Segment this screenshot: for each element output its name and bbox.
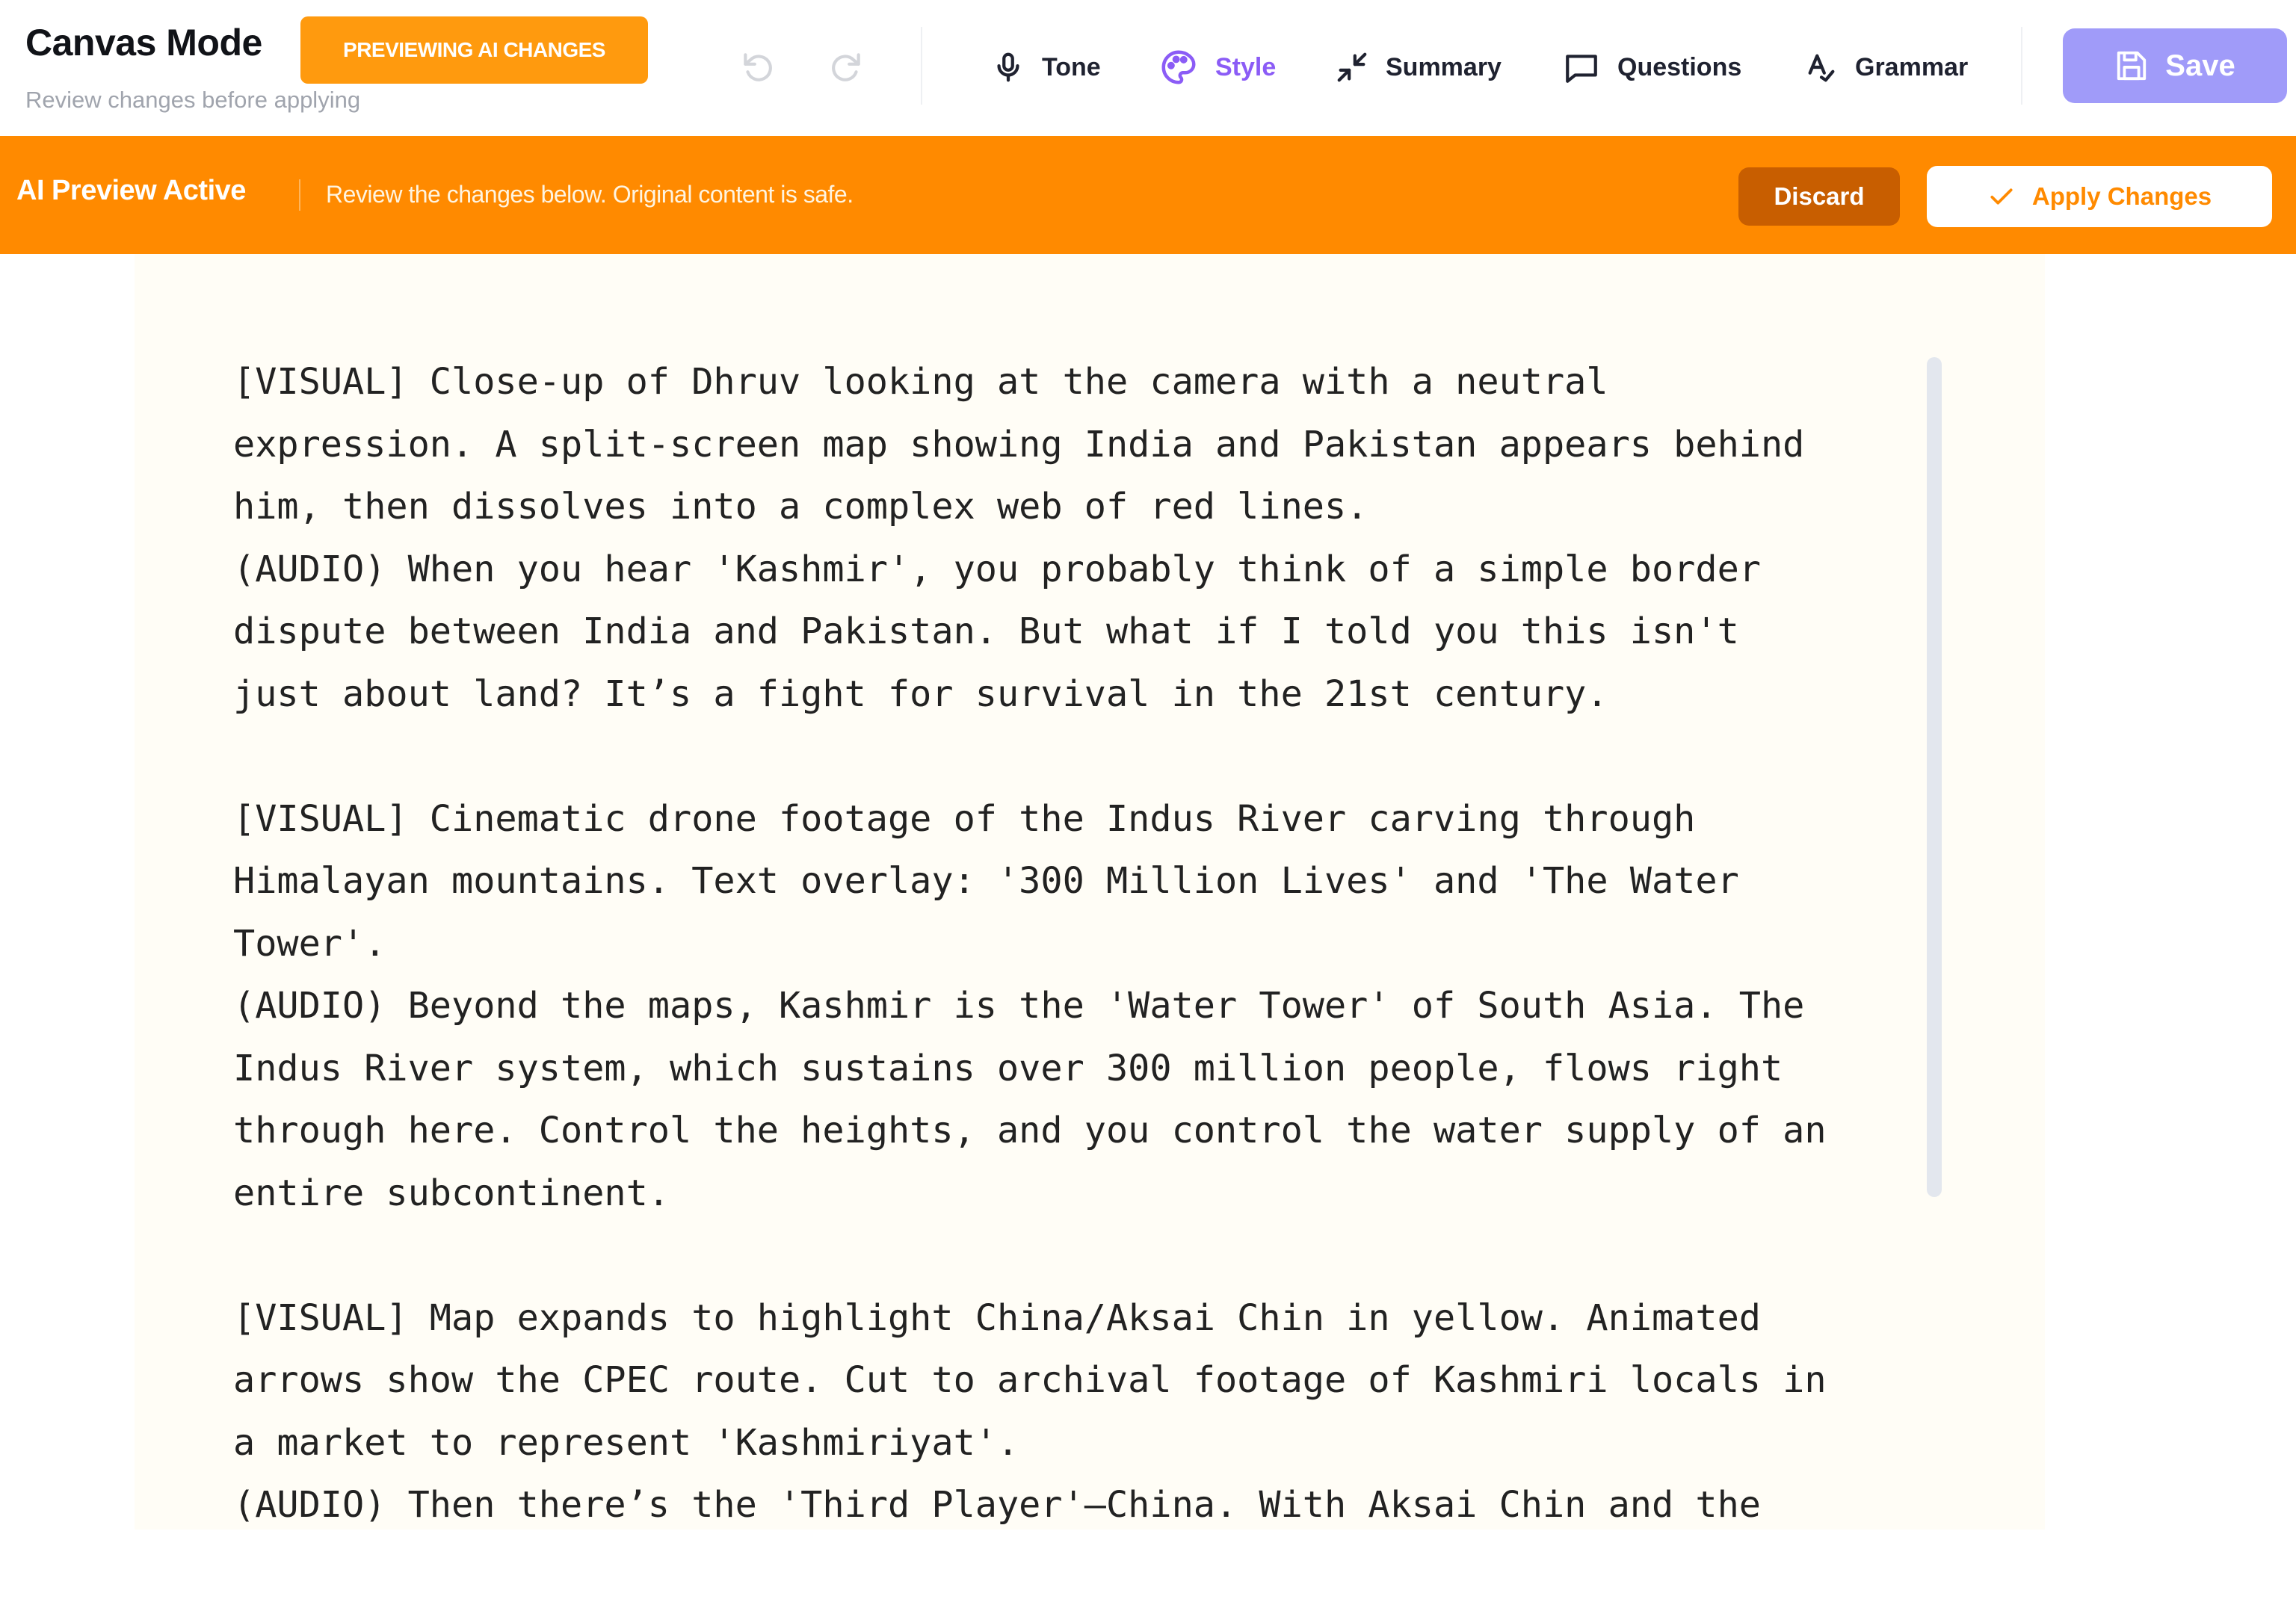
script-line: (AUDIO) Then there’s the 'Third Player'—…	[233, 1484, 1761, 1526]
banner-message: Review the changes below. Original conte…	[326, 181, 854, 208]
palette-icon	[1161, 50, 1196, 84]
save-button-label: Save	[2165, 49, 2235, 82]
script-line: through here. Control the heights, and y…	[233, 1110, 1827, 1151]
minimize-arrows-icon	[1337, 52, 1367, 82]
discard-button[interactable]: Discard	[1738, 167, 1900, 226]
script-editor[interactable]: [VISUAL] Close-up of Dhruv looking at th…	[135, 254, 2045, 1530]
script-line: a market to represent 'Kashmiriyat'.	[233, 1421, 1019, 1464]
style-tool-button[interactable]: Style	[1158, 41, 1276, 93]
redo-button[interactable]	[822, 43, 870, 91]
editor-content[interactable]: [VISUAL] Close-up of Dhruv looking at th…	[233, 351, 2064, 1599]
script-line: Himalayan mountains. Text overlay: '300 …	[233, 860, 1739, 902]
script-paragraph: [VISUAL] Map expands to highlight China/…	[233, 1287, 2064, 1537]
redo-icon	[832, 53, 860, 81]
script-line: [VISUAL] Cinematic drone footage of the …	[233, 797, 1696, 840]
grammar-tool-button[interactable]: Grammar	[1804, 41, 1968, 93]
questions-tool-label: Questions	[1617, 52, 1742, 81]
page-subtitle: Review changes before applying	[25, 87, 361, 113]
apply-changes-label: Apply Changes	[2031, 182, 2212, 210]
summary-tool-label: Summary	[1386, 52, 1502, 81]
grammar-tool-label: Grammar	[1855, 52, 1969, 81]
save-button[interactable]: Save	[2063, 28, 2287, 103]
chat-bubble-icon	[1566, 55, 1597, 83]
top-toolbar: Canvas Mode PREVIEWING AI CHANGES Review…	[0, 0, 2296, 136]
tone-tool-button[interactable]: Tone	[991, 41, 1101, 93]
floppy-disk-icon	[2117, 51, 2147, 81]
script-line: [VISUAL] Map expands to highlight China/…	[233, 1296, 1761, 1339]
toolbar-divider	[921, 27, 922, 105]
script-line: him, then dissolves into a complex web o…	[233, 486, 1368, 528]
editor-scrollbar[interactable]	[1927, 357, 1942, 1197]
questions-tool-button[interactable]: Questions	[1562, 41, 1741, 93]
banner-divider	[299, 179, 300, 211]
script-paragraph: [VISUAL] Cinematic drone footage of the …	[233, 788, 2064, 1225]
microphone-icon	[997, 52, 1019, 82]
summary-tool-button[interactable]: Summary	[1335, 41, 1502, 93]
script-line: Tower'.	[233, 922, 386, 965]
checkmark-icon	[1990, 188, 2013, 205]
script-line: entire subcontinent.	[233, 1172, 670, 1214]
script-line: Indus River system, which sustains over …	[233, 1047, 1783, 1089]
script-line: expression. A split-screen map showing I…	[233, 423, 1805, 466]
banner-title: AI Preview Active	[16, 175, 246, 206]
undo-icon	[744, 53, 772, 81]
script-line: just about land? It’s a fight for surviv…	[233, 672, 1608, 715]
page-title: Canvas Mode	[25, 22, 262, 64]
apply-changes-button[interactable]: Apply Changes	[1927, 166, 2272, 227]
script-paragraph: [VISUAL] Close-up of Dhruv looking at th…	[233, 351, 2064, 726]
ai-preview-banner: AI Preview Active Review the changes bel…	[0, 136, 2296, 254]
toolbar-divider	[2021, 27, 2022, 105]
script-line: (AUDIO) When you hear 'Kashmir', you pro…	[233, 548, 1761, 590]
script-line: (AUDIO) Beyond the maps, Kashmir is the …	[233, 985, 1805, 1027]
script-line: arrows show the CPEC route. Cut to archi…	[233, 1359, 1827, 1401]
script-line: dispute between India and Pakistan. But …	[233, 610, 1739, 652]
spellcheck-icon	[1808, 54, 1835, 82]
preview-status-badge: PREVIEWING AI CHANGES	[300, 16, 648, 84]
tone-tool-label: Tone	[1042, 52, 1101, 81]
style-tool-label: Style	[1215, 52, 1277, 81]
undo-button[interactable]	[734, 43, 782, 91]
script-line: [VISUAL] Close-up of Dhruv looking at th…	[233, 361, 1608, 403]
